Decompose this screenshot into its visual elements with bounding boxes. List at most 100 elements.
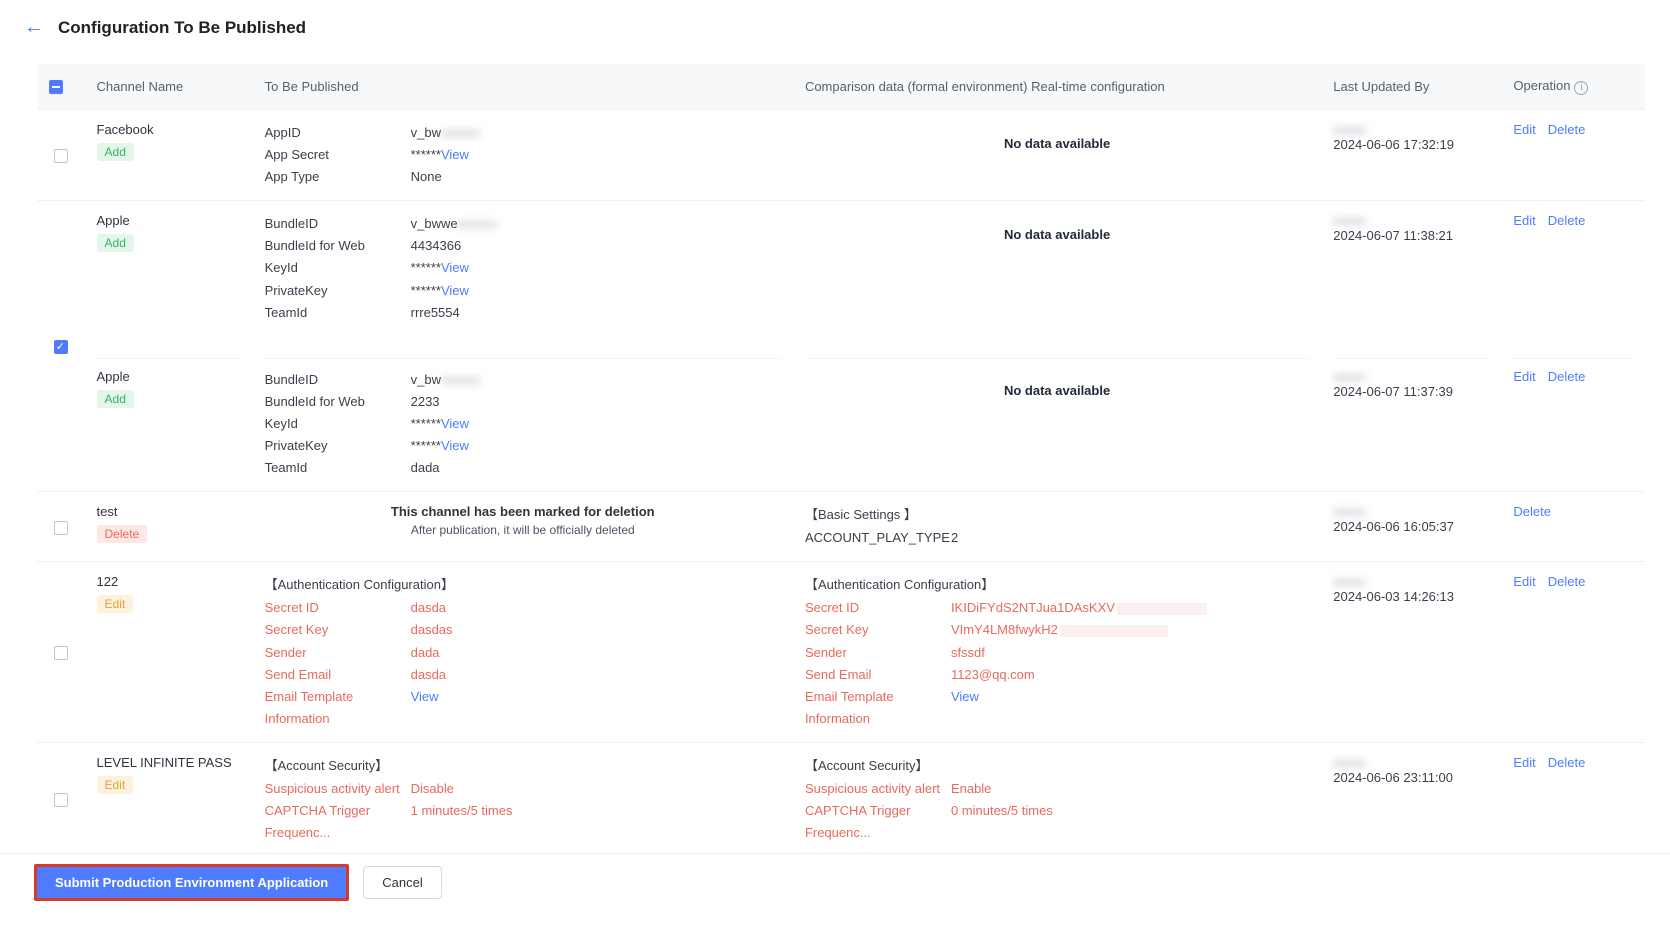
delete-link[interactable]: Delete (1513, 504, 1551, 519)
edit-link[interactable]: Edit (1513, 574, 1535, 589)
kv-row: App Secret******View (265, 144, 781, 166)
back-arrow-icon[interactable]: ← (24, 16, 44, 39)
delete-link[interactable]: Delete (1548, 755, 1586, 770)
kv-row: AppIDv_bwxxxxxx (265, 122, 781, 144)
status-badge: Add (97, 390, 134, 408)
kv-row: CAPTCHA Trigger Frequenc...1 minutes/5 t… (265, 800, 781, 844)
updated-by: xxxxx (1333, 213, 1379, 228)
kv-row: Secret Keydasdas (265, 619, 781, 641)
col-compare: Comparison data (formal environment) Rea… (793, 64, 1321, 110)
kv-row: TeamIddada (265, 457, 781, 479)
updated-time: 2024-06-07 11:38:21 (1333, 228, 1489, 243)
no-data: No data available (805, 122, 1309, 165)
updated-time: 2024-06-06 16:05:37 (1333, 519, 1489, 534)
updated-time: 2024-06-03 14:26:13 (1333, 589, 1489, 604)
edit-link[interactable]: Edit (1513, 213, 1535, 228)
table-row: Apple Add BundleIDv_bwwexxxxxxBundleId f… (37, 201, 1646, 336)
table-row: 122 Edit 【Authentication Configuration】 S… (37, 562, 1646, 743)
updated-time: 2024-06-07 11:37:39 (1333, 384, 1489, 399)
status-badge: Add (97, 234, 134, 252)
kv-row: Senderdada (265, 642, 781, 664)
kv-row: Email Template InformationView (265, 686, 781, 730)
edit-link[interactable]: Edit (1513, 369, 1535, 384)
row-checkbox[interactable] (54, 793, 68, 807)
channel-name: LEVEL INFINITE PASS (97, 755, 241, 770)
table-row: test Delete This channel has been marked… (37, 492, 1646, 562)
channel-name: test (97, 504, 241, 519)
no-data: No data available (805, 213, 1309, 256)
info-icon[interactable]: i (1574, 81, 1588, 95)
delete-link[interactable]: Delete (1548, 213, 1586, 228)
section-title: 【Authentication Configuration】 (805, 574, 1309, 593)
edit-link[interactable]: Edit (1513, 755, 1535, 770)
page-header: ← Configuration To Be Published (0, 0, 1670, 55)
kv-row: App TypeNone (265, 166, 781, 188)
delete-link[interactable]: Delete (1548, 574, 1586, 589)
kv-row: Suspicious activity alertDisable (265, 778, 781, 800)
table-row: LEVEL INFINITE PASS Edit 【Account Securi… (37, 742, 1646, 856)
submit-button[interactable]: Submit Production Environment Applicatio… (34, 864, 349, 901)
view-link[interactable]: View (441, 283, 469, 298)
kv-row: Send Email1123@qq.com (805, 664, 1309, 686)
row-checkbox[interactable] (54, 521, 68, 535)
col-publish: To Be Published (253, 64, 793, 110)
table-row: Facebook Add AppIDv_bwxxxxxxApp Secret**… (37, 110, 1646, 201)
no-data: No data available (805, 369, 1309, 412)
view-link[interactable]: View (951, 689, 979, 704)
kv-row: KeyId******View (265, 257, 781, 279)
channel-name: Apple (97, 369, 241, 384)
section-title: 【Authentication Configuration】 (265, 574, 781, 593)
view-link[interactable]: View (441, 147, 469, 162)
select-all-checkbox[interactable] (49, 80, 63, 94)
kv-row: Email Template InformationView (805, 686, 1309, 730)
kv-row: Send Emaildasda (265, 664, 781, 686)
updated-by: xxxxx (1333, 504, 1379, 519)
kv-row: TeamIdrrre5554 (265, 302, 781, 324)
col-updated: Last Updated By (1321, 64, 1501, 110)
channel-name: Apple (97, 213, 241, 228)
updated-by: xxxxx (1333, 122, 1379, 137)
updated-by: xxxxx (1333, 574, 1379, 589)
footer-bar: Submit Production Environment Applicatio… (0, 853, 1670, 911)
section-title: 【Account Security】 (805, 755, 1309, 774)
edit-link[interactable]: Edit (1513, 122, 1535, 137)
status-badge: Add (97, 143, 134, 161)
delete-link[interactable]: Delete (1548, 122, 1586, 137)
row-checkbox[interactable] (54, 149, 68, 163)
kv-row: PrivateKey******View (265, 280, 781, 302)
kv-row: BundleIDv_bwwexxxxxx (265, 213, 781, 235)
section-title: 【Account Security】 (265, 755, 781, 774)
config-table: Channel Name To Be Published Comparison … (36, 63, 1646, 857)
status-badge: Edit (97, 595, 134, 613)
updated-time: 2024-06-06 23:11:00 (1333, 770, 1489, 785)
kv-row: Suspicious activity alertEnable (805, 778, 1309, 800)
kv-row: KeyId******View (265, 413, 781, 435)
kv-row: Secret IDIKIDiFYdS2NTJua1DAsKXV (805, 597, 1309, 619)
kv-row: BundleIDv_bwxxxxxx (265, 369, 781, 391)
kv-row: Secret IDdasda (265, 597, 781, 619)
view-link[interactable]: View (441, 416, 469, 431)
kv-row: CAPTCHA Trigger Frequenc...0 minutes/5 t… (805, 800, 1309, 844)
kv-row: BundleId for Web4434366 (265, 235, 781, 257)
delete-link[interactable]: Delete (1548, 369, 1586, 384)
kv-row: ACCOUNT_PLAY_TYPE2 (805, 527, 1309, 549)
channel-name: 122 (97, 574, 241, 589)
cancel-button[interactable]: Cancel (363, 866, 441, 899)
content: Channel Name To Be Published Comparison … (0, 55, 1670, 937)
kv-row: Sendersfssdf (805, 642, 1309, 664)
view-link[interactable]: View (441, 438, 469, 453)
updated-time: 2024-06-06 17:32:19 (1333, 137, 1489, 152)
col-operation: Operationi (1501, 64, 1645, 110)
view-link[interactable]: View (441, 260, 469, 275)
updated-by: xxxxx (1333, 755, 1379, 770)
kv-row: PrivateKey******View (265, 435, 781, 457)
page-title: Configuration To Be Published (58, 18, 306, 38)
col-channel: Channel Name (85, 64, 253, 110)
row-checkbox[interactable] (54, 340, 68, 354)
deleted-message: This channel has been marked for deletio… (265, 504, 781, 537)
section-title: 【Basic Settings 】 (805, 504, 1309, 523)
channel-name: Facebook (97, 122, 241, 137)
kv-row: Secret KeyVImY4LM8fwykH2 (805, 619, 1309, 641)
row-checkbox[interactable] (54, 646, 68, 660)
view-link[interactable]: View (411, 689, 439, 704)
